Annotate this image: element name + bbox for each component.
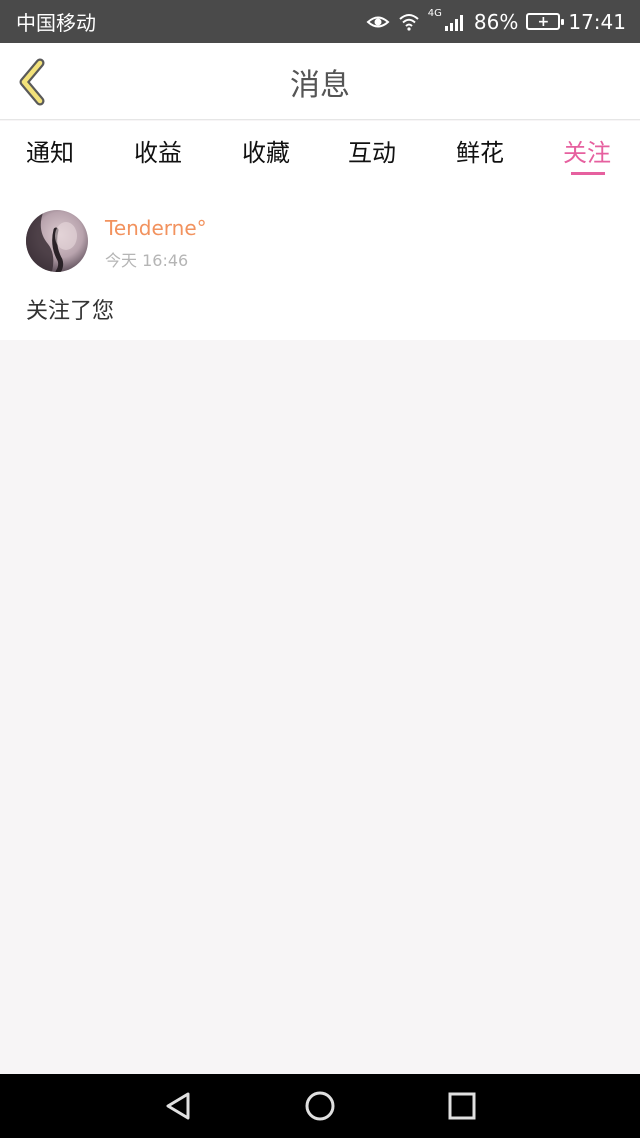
status-bar: 中国移动 4G 86% + 17:41 [0,0,640,43]
tab-bar: 通知 收益 收藏 互动 鲜花 关注 [0,121,640,183]
tab-earnings[interactable]: 收益 [134,133,182,173]
tab-flowers[interactable]: 鲜花 [456,133,504,173]
tab-notifications[interactable]: 通知 [26,133,74,173]
status-time: 17:41 [568,9,626,34]
avatar[interactable] [26,210,88,272]
recents-square-icon[interactable] [444,1088,480,1128]
battery-icon: + [526,13,565,30]
message-timestamp: 今天 16:46 [105,251,189,270]
status-right: 4G 86% + 17:41 [366,8,626,34]
page-title: 消息 [290,67,350,103]
network-type: 4G [427,8,442,19]
status-left: 中国移动 [16,7,96,36]
wifi-icon [398,13,420,31]
active-tab-indicator [571,172,605,175]
eye-icon [366,13,390,31]
system-nav-bar [0,1074,640,1138]
username[interactable]: Tenderne° [105,216,207,240]
battery-percent: 86% [473,9,519,34]
avatar-image [26,210,77,272]
tab-interactions[interactable]: 互动 [348,133,396,173]
header-bar: 消息 [0,43,640,120]
home-circle-icon[interactable] [302,1088,338,1128]
message-text: 关注了您 [26,299,115,324]
signal-icon [444,13,466,31]
carrier-label: 中国移动 [16,11,96,35]
message-list: Tenderne° 今天 16:46 关注了您 [0,183,640,340]
tab-following[interactable]: 关注 [563,133,611,173]
back-triangle-icon[interactable] [160,1088,196,1128]
tab-favorites[interactable]: 收藏 [242,133,290,173]
